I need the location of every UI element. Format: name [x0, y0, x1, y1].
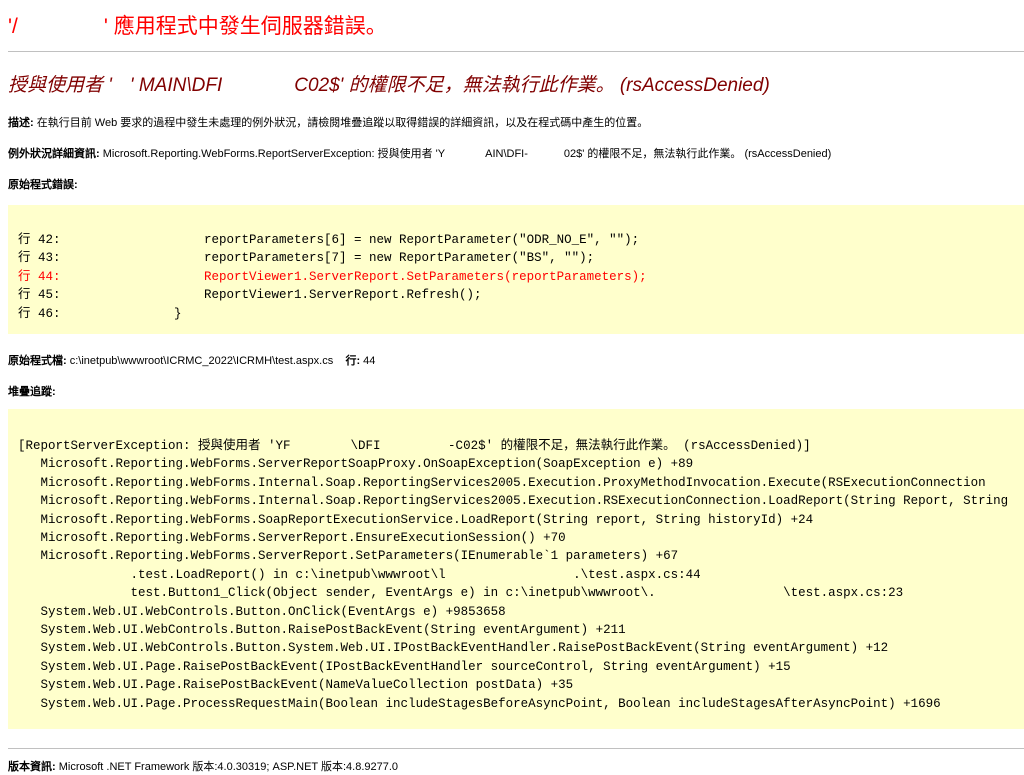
- stack-trace-line: System.Web.UI.WebControls.Button.OnClick…: [18, 604, 506, 619]
- exception-text-c: 02$' 的權限不足，無法執行此作業。 (rsAccessDenied): [563, 148, 832, 160]
- source-line-code: reportParameters[6] = new ReportParamete…: [114, 233, 640, 247]
- exception-label: 例外狀況詳細資訊:: [8, 148, 100, 160]
- stack-trace-line: Microsoft.Reporting.WebForms.ServerRepor…: [18, 531, 566, 546]
- stack-trace-line: Microsoft.Reporting.WebForms.SoapReportE…: [18, 512, 814, 527]
- page-title: '/ ' 應用程式中發生伺服器錯誤。: [8, 10, 387, 40]
- source-code-line: 行 42: reportParameters[6] = new ReportPa…: [8, 231, 1024, 249]
- stack-trace-line: .test.LoadReport() in c:\inetpub\wwwroot…: [18, 567, 701, 582]
- version-info-line: 版本資訊: Microsoft .NET Framework 版本:4.0.30…: [8, 758, 398, 774]
- exception-text-a: Microsoft.Reporting.WebForms.ReportServe…: [99, 148, 446, 160]
- stack-trace-line: System.Web.UI.Page.RaisePostBackEvent(Na…: [18, 678, 574, 693]
- source-error-heading: 原始程式錯誤:: [8, 176, 78, 192]
- source-line-no: 行 44:: [18, 269, 61, 284]
- title-quote: ': [103, 15, 108, 38]
- stack-trace-heading: 堆疊追蹤:: [8, 383, 56, 399]
- title-prefix: '/: [8, 15, 18, 38]
- source-error-label: 原始程式錯誤:: [8, 179, 78, 191]
- source-line-label: 行:: [345, 355, 361, 367]
- exception-details-line: 例外狀況詳細資訊: Microsoft.Reporting.WebForms.R…: [8, 145, 831, 161]
- error-heading-part-d: C02$' 的權限不足，無法執行此作業。 (rsAccessDenied): [294, 75, 770, 96]
- source-line-no: 行 43:: [18, 251, 61, 266]
- source-line-code: }: [114, 306, 182, 321]
- stack-trace-code-block: [ReportServerException: 授與使用者 'YF \DFI -…: [8, 409, 1024, 729]
- source-line-no: 行 42:: [18, 233, 61, 247]
- bottom-divider: [8, 748, 1024, 749]
- error-heading-part-a: 授與使用者 ': [8, 75, 112, 96]
- title-text: 應用程式中發生伺服器錯誤。: [113, 15, 387, 38]
- error-heading: 授與使用者 ' ' MAIN\DFI C02$' 的權限不足，無法執行此作業。 (r…: [8, 70, 770, 97]
- source-file-label: 原始程式檔:: [8, 355, 67, 367]
- stack-trace-line: Microsoft.Reporting.WebForms.ServerRepor…: [18, 457, 694, 472]
- stack-trace-line: System.Web.UI.Page.ProcessRequestMain(Bo…: [18, 696, 941, 711]
- stack-trace-line: System.Web.UI.WebControls.Button.RaisePo…: [18, 623, 626, 638]
- stack-trace-line: [ReportServerException: 授與使用者 'YF \DFI -…: [18, 439, 811, 453]
- version-text: Microsoft .NET Framework 版本:4.0.30319; A…: [55, 761, 399, 773]
- stack-trace-line: Microsoft.Reporting.WebForms.ServerRepor…: [18, 549, 679, 564]
- source-code-line: 行 43: reportParameters[7] = new ReportPa…: [8, 249, 1024, 267]
- description-line: 描述: 在執行目前 Web 要求的過程中發生未處理的例外狀況，請檢閱堆疊追蹤以取…: [8, 114, 648, 130]
- stack-trace-line: Microsoft.Reporting.WebForms.Internal.So…: [18, 475, 986, 490]
- error-heading-part-b: ': [129, 75, 134, 96]
- description-label: 描述:: [8, 117, 34, 129]
- source-line-number: 44: [360, 355, 376, 367]
- stack-trace-line: System.Web.UI.Page.RaisePostBackEvent(IP…: [18, 659, 791, 674]
- error-heading-part-c: MAIN\DFI: [138, 75, 223, 96]
- top-divider: [8, 51, 1024, 52]
- exception-text-b: AIN\DFI-: [485, 148, 528, 160]
- source-file-path: c:\inetpub\wwwroot\ICRMC_2022\ICRMH\test…: [66, 355, 334, 367]
- source-line-code: ReportViewer1.ServerReport.SetParameters…: [114, 269, 647, 284]
- source-code-line: 行 46: }: [8, 305, 1024, 323]
- stack-trace-label: 堆疊追蹤:: [8, 386, 56, 398]
- source-line-code: reportParameters[7] = new ReportParamete…: [114, 251, 595, 266]
- source-line-no: 行 46:: [18, 306, 61, 321]
- source-error-code-block: 行 42: reportParameters[6] = new ReportPa…: [8, 205, 1024, 334]
- source-file-line: 原始程式檔: c:\inetpub\wwwroot\ICRMC_2022\ICR…: [8, 352, 375, 368]
- version-label: 版本資訊:: [8, 761, 56, 773]
- stack-trace-line: Microsoft.Reporting.WebForms.Internal.So…: [18, 494, 1009, 509]
- source-line-code: ReportViewer1.ServerReport.Refresh();: [114, 288, 482, 303]
- stack-trace-line: System.Web.UI.WebControls.Button.System.…: [18, 641, 889, 656]
- description-text: 在執行目前 Web 要求的過程中發生未處理的例外狀況，請檢閱堆疊追蹤以取得錯誤的…: [33, 117, 649, 129]
- source-code-line: 行 44: ReportViewer1.ServerReport.SetPara…: [8, 268, 1024, 286]
- source-code-line: 行 45: ReportViewer1.ServerReport.Refresh…: [8, 286, 1024, 304]
- stack-trace-line: test.Button1_Click(Object sender, EventA…: [18, 586, 904, 601]
- source-line-no: 行 45:: [18, 288, 61, 303]
